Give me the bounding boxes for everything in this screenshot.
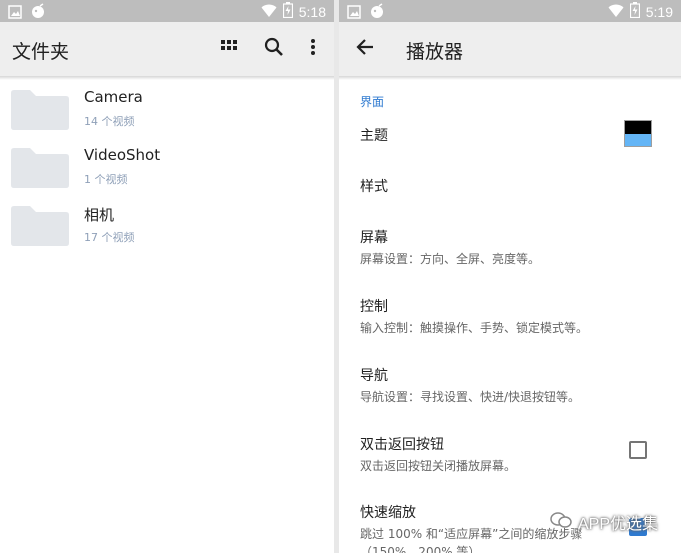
pref-title: 控制	[360, 299, 388, 315]
folder-video-count: 17 个视频	[84, 231, 135, 244]
folder-icon	[10, 87, 70, 135]
double-back-checkbox[interactable]	[629, 441, 647, 459]
status-time: 5:19	[645, 4, 673, 20]
image-icon	[347, 4, 361, 23]
page-title: 文件夹	[12, 41, 70, 63]
wechat-icon	[550, 511, 572, 533]
player-settings-screen: 5:19 播放器 界面 主题 样式 屏幕 屏幕设置：方向、全屏、亮度等。 控制 …	[339, 0, 681, 553]
pref-title: 样式	[360, 179, 388, 195]
grid-view-icon[interactable]	[217, 35, 241, 59]
wifi-icon	[261, 3, 277, 22]
more-vert-icon[interactable]	[301, 35, 325, 59]
folder-item[interactable]: VideoShot 1 个视频	[0, 138, 334, 196]
folders-screen: 5:18 文件夹 Camera 14 个视频 VideoShot 1 个视频 相…	[0, 0, 334, 553]
pref-title: 快速缩放	[360, 505, 416, 521]
pref-summary: 导航设置：寻找设置、快进/快退按钮等。	[360, 390, 581, 404]
pref-title: 主题	[360, 128, 388, 144]
pref-screen[interactable]: 屏幕 屏幕设置：方向、全屏、亮度等。	[339, 227, 681, 283]
app-bar: 播放器	[339, 22, 681, 76]
folder-item[interactable]: Camera 14 个视频	[0, 80, 334, 138]
watermark: APP优选集	[550, 510, 658, 534]
folder-icon	[10, 203, 70, 251]
folder-name: 相机	[84, 206, 115, 224]
theme-color-swatch[interactable]	[624, 120, 652, 147]
folder-item[interactable]: 相机 17 个视频	[0, 196, 334, 254]
pref-summary: 双击返回按钮关闭播放屏幕。	[360, 459, 517, 473]
pref-double-back[interactable]: 双击返回按钮 双击返回按钮关闭播放屏幕。	[339, 434, 681, 490]
back-arrow-icon[interactable]	[353, 35, 377, 59]
app-bar: 文件夹	[0, 22, 334, 76]
folder-video-count: 14 个视频	[84, 115, 135, 128]
pref-controls[interactable]: 控制 输入控制：触摸操作、手势、锁定模式等。	[339, 296, 681, 352]
battery-charging-icon	[282, 2, 293, 22]
status-bar: 5:19	[339, 0, 681, 22]
search-icon[interactable]	[262, 35, 286, 59]
folder-icon	[10, 145, 70, 193]
image-icon	[8, 4, 22, 23]
pref-title: 屏幕	[360, 230, 388, 246]
pref-title: 双击返回按钮	[360, 437, 444, 453]
watermark-text: APP优选集	[578, 516, 659, 533]
pref-theme[interactable]: 主题	[339, 120, 681, 165]
section-header-interface: 界面	[360, 95, 385, 109]
pref-title: 导航	[360, 368, 388, 384]
folder-name: VideoShot	[84, 146, 161, 164]
app-notification-icon	[369, 3, 385, 23]
wifi-icon	[608, 3, 624, 22]
pref-summary: 屏幕设置：方向、全屏、亮度等。	[360, 252, 541, 266]
page-title: 播放器	[406, 41, 464, 63]
folder-name: Camera	[84, 88, 143, 106]
pref-summary: 输入控制：触摸操作、手势、锁定模式等。	[360, 321, 589, 335]
pref-navigation[interactable]: 导航 导航设置：寻找设置、快进/快退按钮等。	[339, 365, 681, 421]
pref-style[interactable]: 样式	[339, 176, 681, 216]
status-time: 5:18	[298, 4, 326, 20]
app-notification-icon	[30, 3, 46, 23]
status-bar: 5:18	[0, 0, 334, 22]
battery-charging-icon	[629, 2, 640, 22]
folder-video-count: 1 个视频	[84, 173, 128, 186]
